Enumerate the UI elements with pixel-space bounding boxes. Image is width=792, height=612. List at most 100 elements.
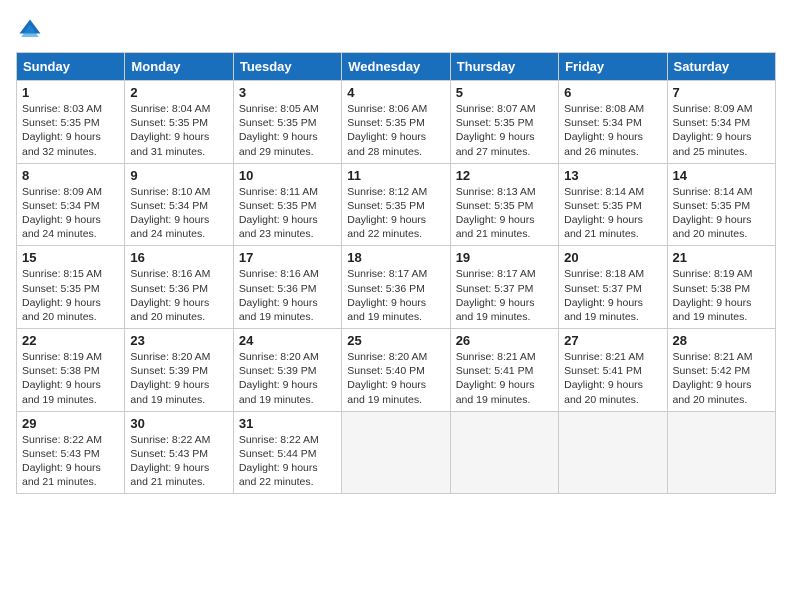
weekday-header-thursday: Thursday <box>450 53 558 81</box>
calendar-cell: 19 Sunrise: 8:17 AMSunset: 5:37 PMDayligh… <box>450 246 558 329</box>
calendar-cell <box>667 411 775 494</box>
day-info: Sunrise: 8:22 AMSunset: 5:43 PMDaylight:… <box>130 433 227 490</box>
day-info: Sunrise: 8:06 AMSunset: 5:35 PMDaylight:… <box>347 102 444 159</box>
calendar-table: SundayMondayTuesdayWednesdayThursdayFrid… <box>16 52 776 494</box>
day-number: 19 <box>456 250 553 265</box>
calendar-cell: 9 Sunrise: 8:10 AMSunset: 5:34 PMDaylight… <box>125 163 233 246</box>
day-info: Sunrise: 8:20 AMSunset: 5:39 PMDaylight:… <box>239 350 336 407</box>
day-number: 10 <box>239 168 336 183</box>
logo-icon <box>16 16 44 44</box>
calendar-cell: 1 Sunrise: 8:03 AMSunset: 5:35 PMDaylight… <box>17 81 125 164</box>
day-info: Sunrise: 8:08 AMSunset: 5:34 PMDaylight:… <box>564 102 661 159</box>
calendar-cell: 8 Sunrise: 8:09 AMSunset: 5:34 PMDaylight… <box>17 163 125 246</box>
calendar-cell: 23 Sunrise: 8:20 AMSunset: 5:39 PMDayligh… <box>125 329 233 412</box>
day-info: Sunrise: 8:20 AMSunset: 5:40 PMDaylight:… <box>347 350 444 407</box>
day-info: Sunrise: 8:21 AMSunset: 5:42 PMDaylight:… <box>673 350 770 407</box>
day-number: 17 <box>239 250 336 265</box>
weekday-header-monday: Monday <box>125 53 233 81</box>
day-info: Sunrise: 8:05 AMSunset: 5:35 PMDaylight:… <box>239 102 336 159</box>
day-number: 22 <box>22 333 119 348</box>
day-info: Sunrise: 8:09 AMSunset: 5:34 PMDaylight:… <box>673 102 770 159</box>
calendar-cell: 16 Sunrise: 8:16 AMSunset: 5:36 PMDayligh… <box>125 246 233 329</box>
calendar-cell: 14 Sunrise: 8:14 AMSunset: 5:35 PMDayligh… <box>667 163 775 246</box>
calendar-cell: 12 Sunrise: 8:13 AMSunset: 5:35 PMDayligh… <box>450 163 558 246</box>
day-info: Sunrise: 8:16 AMSunset: 5:36 PMDaylight:… <box>239 267 336 324</box>
calendar-cell: 3 Sunrise: 8:05 AMSunset: 5:35 PMDaylight… <box>233 81 341 164</box>
day-number: 8 <box>22 168 119 183</box>
calendar-cell: 18 Sunrise: 8:17 AMSunset: 5:36 PMDayligh… <box>342 246 450 329</box>
calendar-cell: 6 Sunrise: 8:08 AMSunset: 5:34 PMDaylight… <box>559 81 667 164</box>
day-number: 18 <box>347 250 444 265</box>
day-info: Sunrise: 8:14 AMSunset: 5:35 PMDaylight:… <box>673 185 770 242</box>
weekday-header-friday: Friday <box>559 53 667 81</box>
calendar-cell: 7 Sunrise: 8:09 AMSunset: 5:34 PMDaylight… <box>667 81 775 164</box>
day-number: 1 <box>22 85 119 100</box>
day-number: 9 <box>130 168 227 183</box>
day-info: Sunrise: 8:14 AMSunset: 5:35 PMDaylight:… <box>564 185 661 242</box>
calendar-cell: 21 Sunrise: 8:19 AMSunset: 5:38 PMDayligh… <box>667 246 775 329</box>
day-info: Sunrise: 8:22 AMSunset: 5:43 PMDaylight:… <box>22 433 119 490</box>
day-info: Sunrise: 8:17 AMSunset: 5:37 PMDaylight:… <box>456 267 553 324</box>
day-number: 27 <box>564 333 661 348</box>
weekday-header-tuesday: Tuesday <box>233 53 341 81</box>
day-info: Sunrise: 8:21 AMSunset: 5:41 PMDaylight:… <box>564 350 661 407</box>
day-number: 6 <box>564 85 661 100</box>
logo <box>16 16 48 44</box>
day-info: Sunrise: 8:10 AMSunset: 5:34 PMDaylight:… <box>130 185 227 242</box>
calendar-cell: 5 Sunrise: 8:07 AMSunset: 5:35 PMDaylight… <box>450 81 558 164</box>
calendar-cell: 26Sunrise: 8:21 AMSunset: 5:41 PMDayligh… <box>450 329 558 412</box>
day-number: 20 <box>564 250 661 265</box>
day-info: Sunrise: 8:12 AMSunset: 5:35 PMDaylight:… <box>347 185 444 242</box>
calendar-cell: 28Sunrise: 8:21 AMSunset: 5:42 PMDayligh… <box>667 329 775 412</box>
calendar-cell: 22Sunrise: 8:19 AMSunset: 5:38 PMDayligh… <box>17 329 125 412</box>
calendar-cell <box>342 411 450 494</box>
day-info: Sunrise: 8:03 AMSunset: 5:35 PMDaylight:… <box>22 102 119 159</box>
calendar-cell <box>450 411 558 494</box>
day-info: Sunrise: 8:19 AMSunset: 5:38 PMDaylight:… <box>673 267 770 324</box>
day-number: 24 <box>239 333 336 348</box>
calendar-cell: 27 Sunrise: 8:21 AMSunset: 5:41 PMDayligh… <box>559 329 667 412</box>
day-info: Sunrise: 8:17 AMSunset: 5:36 PMDaylight:… <box>347 267 444 324</box>
day-number: 13 <box>564 168 661 183</box>
calendar-cell: 15 Sunrise: 8:15 AMSunset: 5:35 PMDayligh… <box>17 246 125 329</box>
day-number: 16 <box>130 250 227 265</box>
calendar-cell: 2 Sunrise: 8:04 AMSunset: 5:35 PMDaylight… <box>125 81 233 164</box>
day-info: Sunrise: 8:20 AMSunset: 5:39 PMDaylight:… <box>130 350 227 407</box>
day-number: 29 <box>22 416 119 431</box>
day-number: 12 <box>456 168 553 183</box>
day-info: Sunrise: 8:15 AMSunset: 5:35 PMDaylight:… <box>22 267 119 324</box>
day-number: 30 <box>130 416 227 431</box>
day-number: 3 <box>239 85 336 100</box>
day-number: 26 <box>456 333 553 348</box>
day-number: 7 <box>673 85 770 100</box>
day-info: Sunrise: 8:11 AMSunset: 5:35 PMDaylight:… <box>239 185 336 242</box>
calendar-cell: 25 Sunrise: 8:20 AMSunset: 5:40 PMDayligh… <box>342 329 450 412</box>
weekday-header-saturday: Saturday <box>667 53 775 81</box>
day-number: 25 <box>347 333 444 348</box>
calendar-cell: 30 Sunrise: 8:22 AMSunset: 5:43 PMDayligh… <box>125 411 233 494</box>
day-number: 4 <box>347 85 444 100</box>
day-number: 14 <box>673 168 770 183</box>
day-info: Sunrise: 8:09 AMSunset: 5:34 PMDaylight:… <box>22 185 119 242</box>
calendar-cell: 29 Sunrise: 8:22 AMSunset: 5:43 PMDayligh… <box>17 411 125 494</box>
day-info: Sunrise: 8:16 AMSunset: 5:36 PMDaylight:… <box>130 267 227 324</box>
day-number: 2 <box>130 85 227 100</box>
day-number: 11 <box>347 168 444 183</box>
day-info: Sunrise: 8:22 AMSunset: 5:44 PMDaylight:… <box>239 433 336 490</box>
day-number: 23 <box>130 333 227 348</box>
day-info: Sunrise: 8:13 AMSunset: 5:35 PMDaylight:… <box>456 185 553 242</box>
weekday-header-wednesday: Wednesday <box>342 53 450 81</box>
calendar-cell: 4 Sunrise: 8:06 AMSunset: 5:35 PMDaylight… <box>342 81 450 164</box>
day-info: Sunrise: 8:18 AMSunset: 5:37 PMDaylight:… <box>564 267 661 324</box>
calendar-cell: 11 Sunrise: 8:12 AMSunset: 5:35 PMDayligh… <box>342 163 450 246</box>
day-number: 5 <box>456 85 553 100</box>
calendar-cell: 20 Sunrise: 8:18 AMSunset: 5:37 PMDayligh… <box>559 246 667 329</box>
calendar-cell: 13 Sunrise: 8:14 AMSunset: 5:35 PMDayligh… <box>559 163 667 246</box>
calendar-cell: 17 Sunrise: 8:16 AMSunset: 5:36 PMDayligh… <box>233 246 341 329</box>
calendar-cell <box>559 411 667 494</box>
calendar-cell: 10 Sunrise: 8:11 AMSunset: 5:35 PMDayligh… <box>233 163 341 246</box>
day-number: 15 <box>22 250 119 265</box>
day-info: Sunrise: 8:07 AMSunset: 5:35 PMDaylight:… <box>456 102 553 159</box>
day-info: Sunrise: 8:04 AMSunset: 5:35 PMDaylight:… <box>130 102 227 159</box>
day-number: 21 <box>673 250 770 265</box>
